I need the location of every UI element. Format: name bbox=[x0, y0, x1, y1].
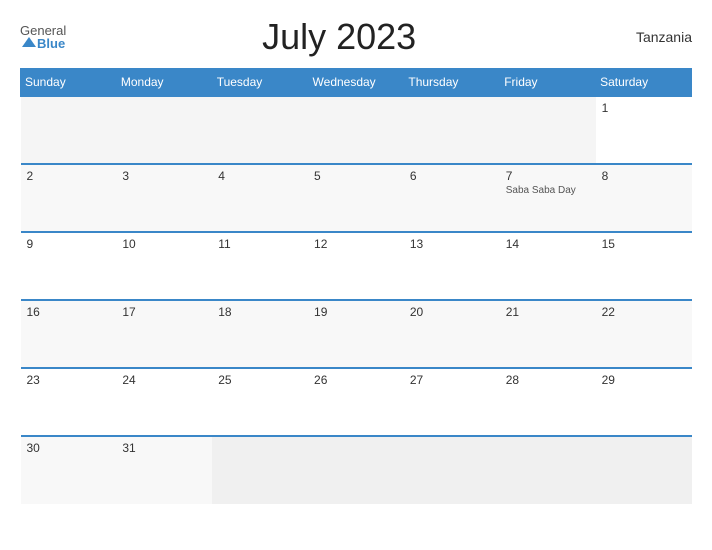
day-number: 19 bbox=[314, 305, 398, 319]
calendar-cell: 9 bbox=[21, 232, 117, 300]
calendar-cell: 2 bbox=[21, 164, 117, 232]
col-thursday: Thursday bbox=[404, 69, 500, 97]
day-number: 27 bbox=[410, 373, 494, 387]
day-number: 23 bbox=[27, 373, 111, 387]
calendar-cell: 27 bbox=[404, 368, 500, 436]
calendar-cell: 22 bbox=[596, 300, 692, 368]
col-tuesday: Tuesday bbox=[212, 69, 308, 97]
calendar-cell: 17 bbox=[116, 300, 212, 368]
calendar-week-row: 234567 Saba Saba Day 8 bbox=[21, 164, 692, 232]
calendar-page: General Blue July 2023 Tanzania Sunday M… bbox=[0, 0, 712, 550]
calendar-cell: 1 bbox=[596, 96, 692, 164]
calendar-week-row: 30 31 bbox=[21, 436, 692, 504]
day-number: 9 bbox=[27, 237, 111, 251]
day-number: 26 bbox=[314, 373, 398, 387]
day-number: 12 bbox=[314, 237, 398, 251]
calendar-cell: 29 bbox=[596, 368, 692, 436]
day-number: 18 bbox=[218, 305, 302, 319]
logo-blue-text: Blue bbox=[20, 37, 65, 50]
calendar-cell: 11 bbox=[212, 232, 308, 300]
calendar-cell bbox=[308, 436, 404, 504]
calendar-cell: 21 bbox=[500, 300, 596, 368]
calendar-cell: 20 bbox=[404, 300, 500, 368]
logo: General Blue bbox=[20, 24, 66, 50]
day-number: 24 bbox=[122, 373, 206, 387]
calendar-cell: 3 bbox=[116, 164, 212, 232]
calendar-cell: 10 bbox=[116, 232, 212, 300]
calendar-cell: 15 bbox=[596, 232, 692, 300]
day-number: 11 bbox=[218, 237, 302, 251]
col-saturday: Saturday bbox=[596, 69, 692, 97]
calendar-cell bbox=[308, 96, 404, 164]
calendar-cell: 19 bbox=[308, 300, 404, 368]
calendar-cell: 18 bbox=[212, 300, 308, 368]
calendar-cell: 26 bbox=[308, 368, 404, 436]
calendar-cell bbox=[116, 96, 212, 164]
day-number: 30 bbox=[27, 441, 111, 455]
day-number: 16 bbox=[27, 305, 111, 319]
calendar-body: 1234567Saba Saba Day89101112131415161718… bbox=[21, 96, 692, 504]
day-number: 15 bbox=[602, 237, 686, 251]
day-number: 28 bbox=[506, 373, 590, 387]
calendar-cell bbox=[500, 96, 596, 164]
day-number: 10 bbox=[122, 237, 206, 251]
calendar-cell bbox=[404, 96, 500, 164]
holiday-label: Saba Saba Day bbox=[506, 185, 590, 196]
calendar-cell bbox=[212, 96, 308, 164]
day-number: 17 bbox=[122, 305, 206, 319]
calendar-cell: 30 bbox=[21, 436, 117, 504]
calendar-cell: 6 bbox=[404, 164, 500, 232]
calendar-cell: 13 bbox=[404, 232, 500, 300]
calendar-cell: 12 bbox=[308, 232, 404, 300]
calendar-cell bbox=[212, 436, 308, 504]
day-number: 4 bbox=[218, 169, 302, 183]
calendar-header: Sunday Monday Tuesday Wednesday Thursday… bbox=[21, 69, 692, 97]
calendar-cell: 5 bbox=[308, 164, 404, 232]
col-wednesday: Wednesday bbox=[308, 69, 404, 97]
calendar-cell bbox=[404, 436, 500, 504]
day-number: 6 bbox=[410, 169, 494, 183]
col-monday: Monday bbox=[116, 69, 212, 97]
day-number: 31 bbox=[122, 441, 206, 455]
calendar-cell: 14 bbox=[500, 232, 596, 300]
day-number: 25 bbox=[218, 373, 302, 387]
calendar-cell: 4 bbox=[212, 164, 308, 232]
calendar-cell bbox=[500, 436, 596, 504]
day-number: 3 bbox=[122, 169, 206, 183]
calendar-cell: 16 bbox=[21, 300, 117, 368]
calendar-cell: 8 bbox=[596, 164, 692, 232]
calendar-week-row: 16 17 18 19 20 21 22 bbox=[21, 300, 692, 368]
calendar-cell: 25 bbox=[212, 368, 308, 436]
day-number: 14 bbox=[506, 237, 590, 251]
day-number: 7 bbox=[506, 169, 590, 183]
day-number: 8 bbox=[602, 169, 686, 183]
calendar-week-row: 23 24 25 26 27 28 29 bbox=[21, 368, 692, 436]
calendar-cell: 28 bbox=[500, 368, 596, 436]
calendar-cell: 24 bbox=[116, 368, 212, 436]
day-number: 1 bbox=[602, 101, 686, 115]
day-number: 22 bbox=[602, 305, 686, 319]
logo-triangle-icon bbox=[22, 37, 36, 47]
day-number: 20 bbox=[410, 305, 494, 319]
calendar-cell: 7 Saba Saba Day bbox=[500, 164, 596, 232]
calendar-title: July 2023 bbox=[66, 16, 612, 58]
day-number: 5 bbox=[314, 169, 398, 183]
calendar-cell bbox=[596, 436, 692, 504]
calendar-cell bbox=[21, 96, 117, 164]
calendar-cell: 23 bbox=[21, 368, 117, 436]
day-number: 13 bbox=[410, 237, 494, 251]
calendar-week-row: 1 bbox=[21, 96, 692, 164]
days-of-week-row: Sunday Monday Tuesday Wednesday Thursday… bbox=[21, 69, 692, 97]
calendar-week-row: 9 10 11 12 13 14 15 bbox=[21, 232, 692, 300]
col-sunday: Sunday bbox=[21, 69, 117, 97]
logo-blue-label: Blue bbox=[37, 37, 65, 50]
calendar-cell: 31 bbox=[116, 436, 212, 504]
header: General Blue July 2023 Tanzania bbox=[20, 16, 692, 58]
day-number: 2 bbox=[27, 169, 111, 183]
day-number: 29 bbox=[602, 373, 686, 387]
calendar-table: Sunday Monday Tuesday Wednesday Thursday… bbox=[20, 68, 692, 504]
col-friday: Friday bbox=[500, 69, 596, 97]
day-number: 21 bbox=[506, 305, 590, 319]
country-label: Tanzania bbox=[612, 29, 692, 45]
